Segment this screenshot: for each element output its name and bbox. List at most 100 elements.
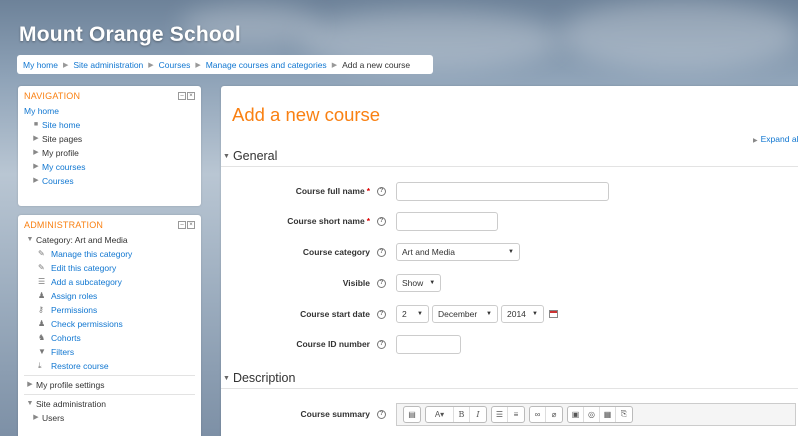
admin-manage-category[interactable]: ✎ Manage this category (24, 247, 195, 261)
breadcrumb-separator-icon: ▶ (195, 61, 201, 69)
font-style-icon[interactable]: A▾ (426, 406, 454, 422)
italic-icon[interactable]: I (470, 407, 486, 422)
start-day-select[interactable]: 2 ▼ (396, 305, 429, 323)
breadcrumb-manage-courses[interactable]: Manage courses and categories (206, 60, 327, 70)
row-start-date: Course start date ? 2 ▼ December ▼ 2014 ▼ (221, 303, 798, 325)
course-full-name-input[interactable] (396, 181, 609, 201)
help-icon[interactable]: ? (377, 278, 386, 288)
help-icon[interactable]: ? (377, 409, 386, 419)
expand-arrow-icon[interactable]: ▶ (30, 174, 42, 188)
admin-item-label: Users (42, 413, 65, 423)
nav-item-label: Courses (42, 176, 74, 186)
user-icon: ♟ (38, 291, 46, 300)
expand-arrow-icon[interactable]: ▶ (30, 146, 42, 160)
dropdown-arrow-icon: ▼ (508, 249, 514, 255)
link-icon[interactable]: ∞ (530, 406, 546, 422)
nav-item-my-courses[interactable]: ▶ My courses (24, 160, 195, 174)
course-short-name-input[interactable] (396, 211, 498, 231)
field-label-visible: Visible (342, 278, 370, 288)
help-icon[interactable]: ? (377, 186, 386, 196)
admin-restore-course[interactable]: ⤓ Restore course (24, 359, 195, 373)
breadcrumb-separator-icon: ▶ (331, 61, 338, 69)
admin-category-label: Category: Art and Media (36, 235, 128, 245)
admin-category-node[interactable]: ▼ Category: Art and Media (24, 233, 195, 247)
nav-my-home[interactable]: My home (24, 104, 195, 118)
breadcrumb-my-home[interactable]: My home (23, 60, 58, 70)
dock-icon[interactable]: – (178, 92, 186, 100)
admin-item-label: Permissions (51, 305, 98, 315)
expand-all-link[interactable]: ▶ Expand all (753, 134, 798, 144)
unordered-list-icon[interactable]: ☰ (492, 406, 508, 422)
help-icon[interactable]: ? (377, 309, 386, 319)
hide-block-icon[interactable]: × (187, 221, 195, 229)
admin-my-profile-settings[interactable]: ▶ My profile settings (24, 378, 195, 392)
manage-files-icon[interactable]: ▦ (600, 406, 616, 422)
nav-item-label: My courses (42, 162, 86, 172)
unlink-icon[interactable]: ⌀ (546, 407, 562, 422)
collapse-arrow-icon[interactable]: ▼ (24, 397, 36, 411)
expand-all-label: Expand all (760, 134, 798, 144)
nav-item-site-home[interactable]: ■ Site home (24, 118, 195, 132)
ordered-list-icon[interactable]: ≡ (508, 407, 524, 422)
admin-item-label: Manage this category (51, 249, 133, 259)
toolbar-toggle-icon[interactable]: ▤ (404, 407, 420, 422)
expand-arrow-icon[interactable]: ▶ (24, 378, 36, 392)
section-general-toggle[interactable]: ▼ General (223, 149, 277, 163)
section-description-toggle[interactable]: ▼ Description (223, 371, 295, 385)
course-id-number-input[interactable] (396, 334, 461, 354)
collapse-arrow-icon: ▼ (223, 374, 230, 382)
nav-item-my-profile[interactable]: ▶ My profile (24, 146, 195, 160)
course-category-select[interactable]: Art and Media ▼ (396, 243, 520, 261)
help-icon[interactable]: ? (377, 339, 386, 349)
dropdown-arrow-icon: ▼ (429, 280, 436, 286)
section-divider (221, 166, 798, 167)
breadcrumb-courses[interactable]: Courses (159, 60, 191, 70)
divider (24, 394, 195, 395)
edit-icon: ✎ (38, 249, 45, 258)
nav-item-courses[interactable]: ▶ Courses (24, 174, 195, 188)
administration-block: ADMINISTRATION – × ▼ Category: Art and M… (18, 215, 201, 436)
nav-item-site-pages[interactable]: ▶ Site pages (24, 132, 195, 146)
main-content: Add a new course ▶ Expand all ▼ General C… (221, 86, 798, 436)
dock-icon[interactable]: – (178, 221, 186, 229)
key-icon: ⚷ (38, 305, 44, 314)
field-label-full-name: Course full name * (295, 186, 370, 196)
breadcrumb-site-administration[interactable]: Site administration (73, 60, 143, 70)
collapse-arrow-icon[interactable]: ▼ (24, 233, 36, 247)
select-value: Show (402, 278, 424, 288)
user-check-icon: ♟ (38, 319, 46, 328)
dropdown-arrow-icon: ▼ (486, 311, 492, 317)
visible-select[interactable]: Show ▼ (396, 274, 441, 292)
admin-assign-roles[interactable]: ♟ Assign roles (24, 289, 195, 303)
start-year-select[interactable]: 2014 ▼ (501, 305, 544, 323)
help-icon[interactable]: ? (377, 216, 386, 226)
section-general-title: General (232, 149, 278, 163)
media-icon[interactable]: ◎ (584, 406, 600, 422)
required-icon: * (366, 186, 370, 196)
row-visible: Visible ? Show ▼ (221, 272, 798, 294)
admin-item-label: My profile settings (36, 380, 105, 390)
admin-edit-category[interactable]: ✎ Edit this category (24, 261, 195, 275)
site-title[interactable]: Mount Orange School (19, 23, 241, 47)
hide-block-icon[interactable]: × (187, 92, 195, 100)
admin-permissions[interactable]: ⚷ Permissions (24, 303, 195, 317)
calendar-icon[interactable] (549, 310, 558, 318)
start-month-select[interactable]: December ▼ (432, 305, 498, 323)
admin-filters[interactable]: ▼ Filters (24, 345, 195, 359)
bold-icon[interactable]: B (454, 406, 470, 422)
admin-item-label: Add a subcategory (51, 277, 122, 287)
admin-item-label: Site administration (36, 399, 106, 409)
paste-icon[interactable]: ⎘ (616, 407, 632, 422)
admin-site-administration[interactable]: ▼ Site administration (24, 397, 195, 411)
image-icon[interactable]: ▣ (568, 406, 584, 422)
help-icon[interactable]: ? (377, 247, 386, 257)
admin-users[interactable]: ▶ Users (24, 411, 195, 425)
admin-check-permissions[interactable]: ♟ Check permissions (24, 317, 195, 331)
expand-arrow-icon[interactable]: ▶ (30, 411, 42, 425)
expand-arrow-icon[interactable]: ▶ (30, 132, 42, 146)
navigation-block-title: NAVIGATION (24, 91, 81, 101)
expand-arrow-icon[interactable]: ▶ (30, 160, 42, 174)
admin-cohorts[interactable]: ♞ Cohorts (24, 331, 195, 345)
admin-add-subcategory[interactable]: ☰ Add a subcategory (24, 275, 195, 289)
select-value: December (438, 309, 478, 319)
